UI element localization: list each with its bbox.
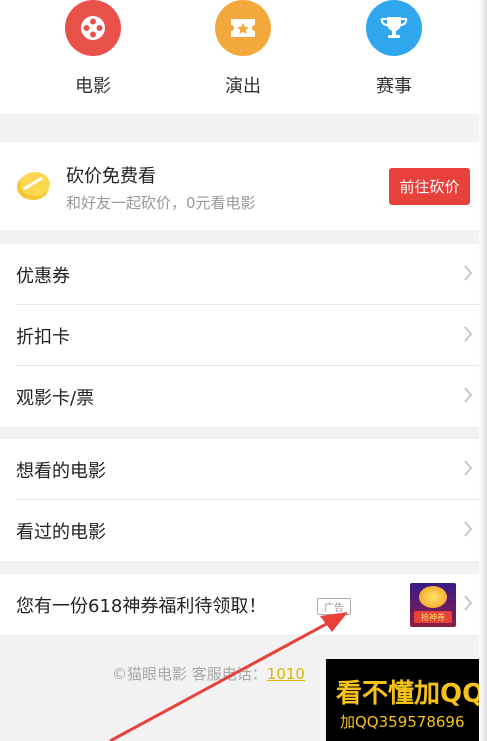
menu-item-label: 优惠券	[16, 266, 70, 287]
wallet-menu: 优惠券 折扣卡 观影卡/票	[0, 244, 487, 427]
trophy-icon	[366, 0, 422, 56]
category-label: 电影	[75, 76, 111, 97]
menu-item-label: 折扣卡	[16, 327, 70, 348]
film-reel-icon	[65, 0, 121, 56]
chevron-right-icon	[464, 326, 473, 342]
chevron-right-icon	[464, 595, 473, 611]
category-show[interactable]: 演出	[193, 0, 293, 98]
menu-item-coupons[interactable]: 优惠券	[16, 244, 487, 305]
movie-list-menu: 想看的电影 看过的电影	[0, 439, 487, 561]
chevron-right-icon	[464, 265, 473, 281]
menu-item-discount-card[interactable]: 折扣卡	[16, 305, 487, 366]
watermark-line2: 加QQ359578696	[340, 713, 465, 731]
screen-edge	[479, 0, 487, 741]
watermark-promo: 看不懂加QQ 加QQ359578696	[326, 659, 487, 741]
menu-item-label: 想看的电影	[16, 461, 106, 482]
category-bar: 电影 演出 赛事	[0, 0, 487, 114]
ad-section: 您有一份618神券福利待领取！ 广告 抢神券	[0, 574, 487, 635]
chevron-right-icon	[464, 521, 473, 537]
coupon-burst-icon	[419, 586, 447, 608]
banner-title: 砍价免费看	[66, 166, 156, 187]
menu-item-label: 看过的电影	[16, 522, 106, 543]
menu-item-want-to-watch[interactable]: 想看的电影	[16, 439, 487, 500]
ad-image-caption: 抢神券	[414, 611, 452, 623]
chevron-right-icon	[464, 387, 473, 403]
footer: ©猫眼电影 客服电话：1010	[112, 663, 305, 684]
ad-tag: 广告	[317, 598, 351, 615]
ad-thumbnail[interactable]: 抢神券	[410, 583, 456, 627]
category-label: 赛事	[376, 76, 412, 97]
category-label: 演出	[225, 76, 261, 97]
go-bargain-button[interactable]: 前往砍价	[389, 168, 470, 205]
ticket-icon	[215, 0, 271, 56]
menu-item-watched[interactable]: 看过的电影	[16, 500, 487, 561]
menu-item-movie-card[interactable]: 观影卡/票	[16, 366, 487, 427]
footer-text: ©猫眼电影 客服电话：	[112, 665, 267, 683]
ad-text: 您有一份618神券福利待领取！	[16, 596, 267, 617]
category-sports[interactable]: 赛事	[344, 0, 444, 98]
menu-item-label: 观影卡/票	[16, 388, 95, 409]
bargain-banner: 砍价免费看 和好友一起砍价，0元看电影 前往砍价	[0, 142, 487, 230]
category-movie[interactable]: 电影	[43, 0, 143, 98]
chevron-right-icon	[464, 460, 473, 476]
coupon-coin-icon	[17, 172, 50, 200]
banner-subtitle: 和好友一起砍价，0元看电影	[66, 194, 256, 212]
support-phone-link[interactable]: 1010	[267, 665, 305, 683]
watermark-line1: 看不懂加QQ	[336, 679, 485, 709]
ad-row[interactable]: 您有一份618神券福利待领取！ 广告 抢神券	[16, 574, 487, 635]
